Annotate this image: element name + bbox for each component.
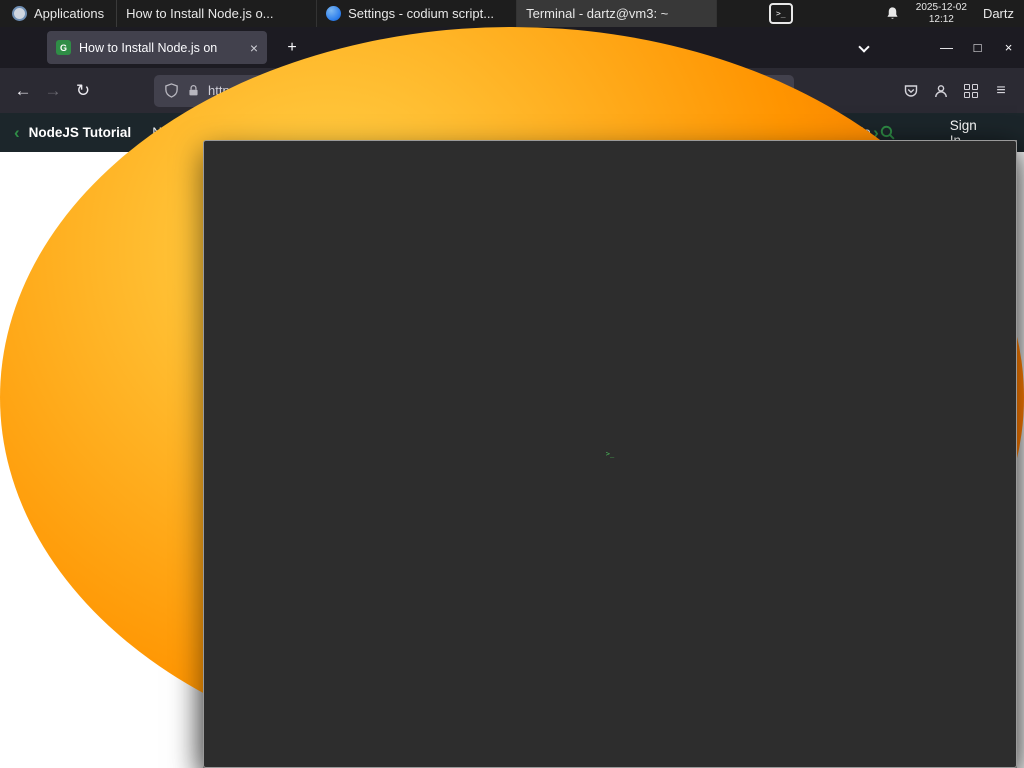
tab-title: How to Install Node.js on [79, 40, 218, 55]
taskbar-window-codium[interactable]: Settings - codium script... [317, 0, 518, 27]
new-tab-button[interactable]: + [279, 35, 305, 61]
account-icon[interactable] [926, 76, 956, 106]
taskbar-window-title: How to Install Node.js o... [126, 6, 274, 21]
tray-terminal-glyph: >_ [775, 9, 786, 18]
applications-icon [12, 6, 27, 21]
back-button[interactable]: ← [8, 76, 38, 106]
clock-date: 2025-12-02 [915, 1, 967, 13]
search-icon[interactable] [879, 124, 896, 141]
codium-icon [326, 6, 342, 21]
taskbar-window-terminal[interactable]: >_ Terminal - dartz@vm3: ~ [203, 0, 1017, 768]
browser-tab-active[interactable]: G How to Install Node.js on × [47, 31, 267, 64]
nav-item-tutorial[interactable]: NodeJS Tutorial [29, 125, 132, 140]
extensions-icon[interactable] [956, 76, 986, 106]
tracking-shield-icon[interactable] [164, 83, 179, 98]
minimize-button[interactable]: — [931, 27, 962, 68]
extensions-grid-glyph [964, 83, 978, 98]
close-button[interactable]: × [993, 27, 1024, 68]
taskbar-window-firefox[interactable]: How to Install Node.js o... [0, 0, 1024, 768]
list-all-tabs-button[interactable] [851, 36, 877, 62]
taskbar-window-title: Settings - codium script... [348, 6, 495, 21]
terminal-icon: >_ [203, 140, 1017, 768]
session-user-label: Dartz [982, 6, 1014, 21]
forward-button[interactable]: → [38, 76, 68, 106]
pocket-icon[interactable] [896, 76, 926, 106]
lock-icon[interactable] [187, 84, 200, 97]
taskbar-window-title: Terminal - dartz@vm3: ~ [526, 6, 669, 21]
geeksforgeeks-favicon: G [56, 40, 71, 55]
notifications-bell-icon[interactable] [885, 6, 900, 21]
reload-button[interactable]: ↻ [68, 76, 98, 106]
maximize-button[interactable]: □ [962, 27, 993, 68]
applications-label: Applications [34, 6, 105, 21]
clock[interactable]: 2025-12-02 12:12 [916, 2, 967, 26]
tab-close-icon[interactable]: × [250, 41, 258, 55]
nav-scroll-left-icon[interactable]: ‹ [14, 124, 20, 141]
menu-hamburger-icon[interactable]: ≡ [986, 76, 1016, 106]
clock-time: 12:12 [928, 13, 954, 25]
chevron-down-icon [858, 41, 870, 53]
toolbar-right-icons: ≡ [896, 76, 1016, 106]
tray-terminal-icon[interactable]: >_ [768, 3, 793, 24]
firefox-window-controls: — □ × [931, 27, 1024, 68]
applications-menu-button[interactable]: Applications [0, 0, 116, 27]
system-taskbar: Applications How to Install Node.js o...… [0, 0, 1024, 768]
